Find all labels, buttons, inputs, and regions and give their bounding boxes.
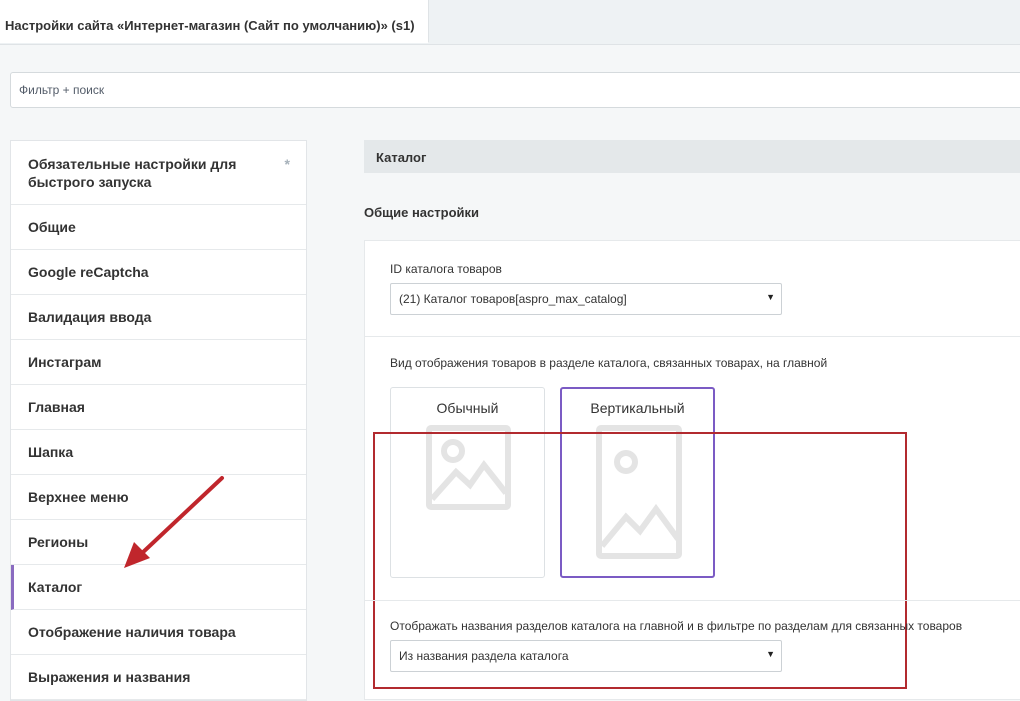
sidebar-item-label: Обязательные настройки для быстрого запу… xyxy=(28,156,237,190)
view-option-label: Обычный xyxy=(436,400,499,416)
sidebar-item-label: Главная xyxy=(28,399,85,415)
settings-sidebar: Обязательные настройки для быстрого запу… xyxy=(10,140,307,701)
catalog-id-label: ID каталога товаров xyxy=(390,262,502,276)
sidebar-item-label: Каталог xyxy=(28,579,83,595)
sidebar-item-phrases[interactable]: Выражения и названия xyxy=(11,655,306,700)
subsection-title: Общие настройки xyxy=(364,205,479,220)
sidebar-item-label: Валидация ввода xyxy=(28,309,152,325)
sidebar-item-header[interactable]: Шапка xyxy=(11,430,306,475)
divider xyxy=(365,600,1020,601)
catalog-id-value: (21) Каталог товаров[aspro_max_catalog] xyxy=(399,292,627,306)
filter-search-box[interactable] xyxy=(10,72,1020,108)
sidebar-item-input-validation[interactable]: Валидация ввода xyxy=(11,295,306,340)
sidebar-item-instagram[interactable]: Инстаграм xyxy=(11,340,306,385)
tab-bar: Настройки сайта «Интернет-магазин (Сайт … xyxy=(0,0,1020,45)
sidebar-item-label: Инстаграм xyxy=(28,354,102,370)
sidebar-item-general[interactable]: Общие xyxy=(11,205,306,250)
divider xyxy=(365,336,1020,337)
sidebar-item-label: Регионы xyxy=(28,534,89,550)
settings-main: Каталог Общие настройки ID каталога това… xyxy=(364,140,1020,700)
view-option-label: Вертикальный xyxy=(590,400,685,416)
sidebar-item-label: Google reCaptcha xyxy=(28,264,149,280)
filter-search-input[interactable] xyxy=(11,73,919,107)
annotation-arrow-icon xyxy=(124,476,224,568)
sidebar-item-label: Отображение наличия товара xyxy=(28,624,236,640)
section-title: Каталог xyxy=(364,140,1020,173)
section-names-select[interactable]: Из названия раздела каталога ▼ xyxy=(390,640,782,672)
sidebar-item-quick-start[interactable]: Обязательные настройки для быстрого запу… xyxy=(11,141,306,205)
sidebar-item-label: Общие xyxy=(28,219,76,235)
sidebar-item-recaptcha[interactable]: Google reCaptcha xyxy=(11,250,306,295)
chevron-down-icon: ▼ xyxy=(766,292,775,302)
display-view-label: Вид отображения товаров в разделе катало… xyxy=(390,356,828,370)
sidebar-item-home[interactable]: Главная xyxy=(11,385,306,430)
sidebar-item-label: Шапка xyxy=(28,444,74,460)
sidebar-item-label: Выражения и названия xyxy=(28,669,191,685)
star-icon[interactable]: * xyxy=(285,155,290,173)
section-names-label: Отображать названия разделов каталога на… xyxy=(390,619,963,633)
settings-panel: ID каталога товаров (21) Каталог товаров… xyxy=(364,240,1020,700)
section-names-value: Из названия раздела каталога xyxy=(399,649,569,663)
tab-site-settings[interactable]: Настройки сайта «Интернет-магазин (Сайт … xyxy=(0,0,429,43)
catalog-id-select[interactable]: (21) Каталог товаров[aspro_max_catalog] … xyxy=(390,283,782,315)
chevron-down-icon: ▼ xyxy=(766,649,775,659)
sidebar-item-stock-display[interactable]: Отображение наличия товара xyxy=(11,610,306,655)
